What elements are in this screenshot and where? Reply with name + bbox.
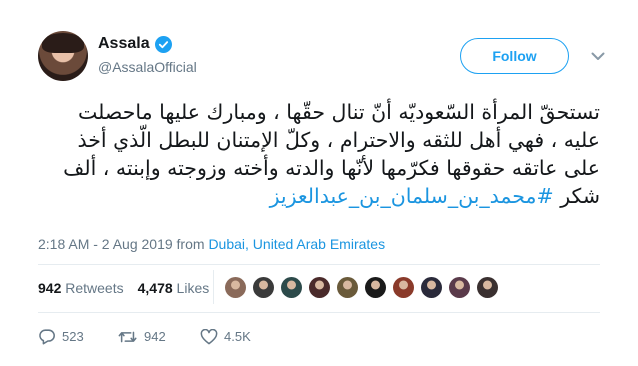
verified-badge-icon xyxy=(154,35,172,53)
liker-avatar[interactable] xyxy=(309,277,330,298)
likes-label: Likes xyxy=(176,280,210,296)
retweets-count: 942 xyxy=(38,280,62,296)
reply-icon xyxy=(38,328,56,345)
reply-count: 523 xyxy=(62,329,84,344)
liker-avatars xyxy=(225,277,498,298)
liker-avatar[interactable] xyxy=(225,277,246,298)
action-bar: 523 942 4.5K xyxy=(38,328,251,345)
display-name[interactable]: Assala xyxy=(98,35,150,53)
liker-avatar[interactable] xyxy=(337,277,358,298)
avatar[interactable] xyxy=(38,31,88,81)
user-handle[interactable]: @AssalaOfficial xyxy=(98,59,197,75)
liker-avatar[interactable] xyxy=(253,277,274,298)
tweet-stats: 942 Retweets 4,478 Likes xyxy=(38,280,209,296)
heart-icon xyxy=(200,328,218,345)
liker-avatar[interactable] xyxy=(449,277,470,298)
liker-avatar[interactable] xyxy=(281,277,302,298)
likes-stat[interactable]: 4,478 Likes xyxy=(138,280,210,296)
tweet-timestamp[interactable]: 2:18 AM - 2 Aug 2019 from xyxy=(38,236,208,252)
name-row: Assala xyxy=(98,35,172,53)
likes-count: 4,478 xyxy=(137,280,173,296)
follow-button[interactable]: Follow xyxy=(460,38,569,74)
retweet-count: 942 xyxy=(144,329,166,344)
tweet-location[interactable]: Dubai, United Arab Emirates xyxy=(208,236,385,252)
tweet-card: Assala @AssalaOfficial Follow تستحقّ الم… xyxy=(0,0,638,366)
liker-avatar[interactable] xyxy=(477,277,498,298)
retweet-icon xyxy=(118,329,138,345)
hashtag-link[interactable]: #محمد_بن_سلمان_بن_عبدالعزيز xyxy=(270,184,554,208)
retweet-button[interactable]: 942 xyxy=(118,329,200,345)
liker-avatar[interactable] xyxy=(421,277,442,298)
tweet-text: تستحقّ المرأة السّعوديّه أنّ تنال حقّها … xyxy=(40,98,600,210)
divider xyxy=(38,312,600,313)
liker-avatar[interactable] xyxy=(393,277,414,298)
reply-button[interactable]: 523 xyxy=(38,328,118,345)
retweets-label: Retweets xyxy=(65,280,124,296)
divider xyxy=(38,264,600,265)
chevron-down-icon[interactable] xyxy=(588,46,608,66)
retweets-stat[interactable]: 942 Retweets xyxy=(38,280,124,296)
divider xyxy=(213,270,214,304)
liker-avatar[interactable] xyxy=(365,277,386,298)
like-count: 4.5K xyxy=(224,329,251,344)
like-button[interactable]: 4.5K xyxy=(200,328,251,345)
tweet-meta: 2:18 AM - 2 Aug 2019 from Dubai, United … xyxy=(38,236,385,252)
